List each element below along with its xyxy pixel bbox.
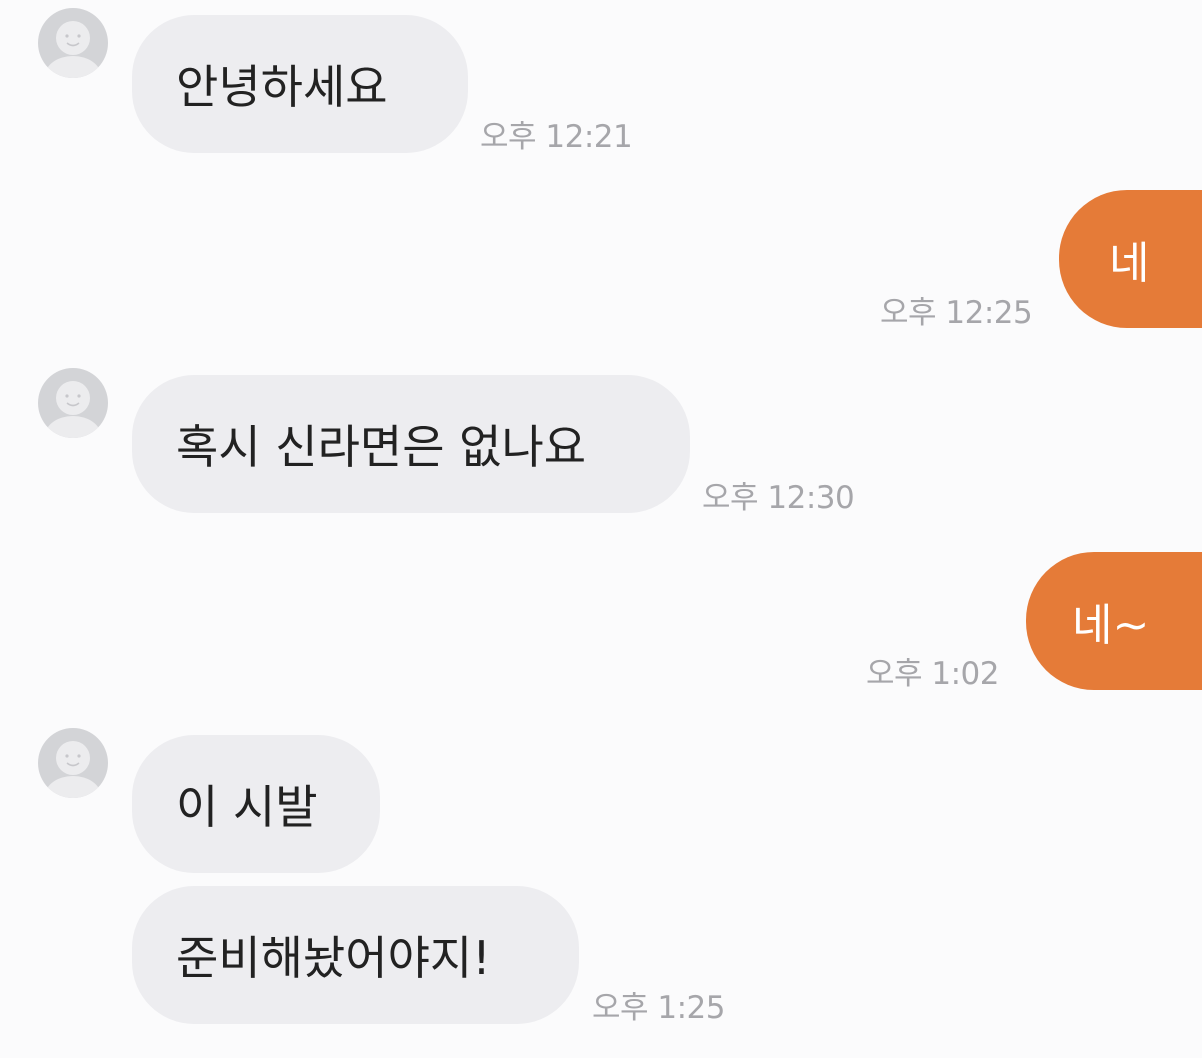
- message-text: 네~: [1072, 600, 1150, 651]
- message-text: 안녕하세요: [176, 60, 388, 114]
- message-timestamp: 오후 12:30: [702, 480, 855, 516]
- message-text: 이 시발: [176, 780, 318, 834]
- message-text: 준비해놨어야지!: [176, 931, 491, 985]
- incoming-message-bubble[interactable]: 이 시발: [132, 735, 380, 873]
- outgoing-message-bubble[interactable]: 네~: [1026, 552, 1202, 690]
- incoming-message-bubble[interactable]: 준비해놨어야지!: [132, 886, 579, 1024]
- message-timestamp: 오후 1:25: [592, 990, 726, 1026]
- outgoing-message-bubble[interactable]: 네: [1059, 190, 1202, 328]
- message-timestamp: 오후 12:21: [480, 119, 633, 155]
- message-text: 혹시 신라면은 없나요: [176, 420, 587, 474]
- incoming-message-bubble[interactable]: 혹시 신라면은 없나요: [132, 375, 690, 513]
- profile-avatar-icon[interactable]: [38, 8, 108, 78]
- profile-avatar-icon[interactable]: [38, 728, 108, 798]
- profile-avatar-icon[interactable]: [38, 368, 108, 438]
- chat-screen: 안녕하세요 오후 12:21 네 오후 12:25 혹시 신라면은 없나요 오후…: [0, 0, 1202, 1058]
- message-timestamp: 오후 1:02: [866, 656, 1000, 692]
- message-timestamp: 오후 12:25: [880, 295, 1033, 331]
- incoming-message-bubble[interactable]: 안녕하세요: [132, 15, 468, 153]
- message-text: 네: [1109, 238, 1150, 289]
